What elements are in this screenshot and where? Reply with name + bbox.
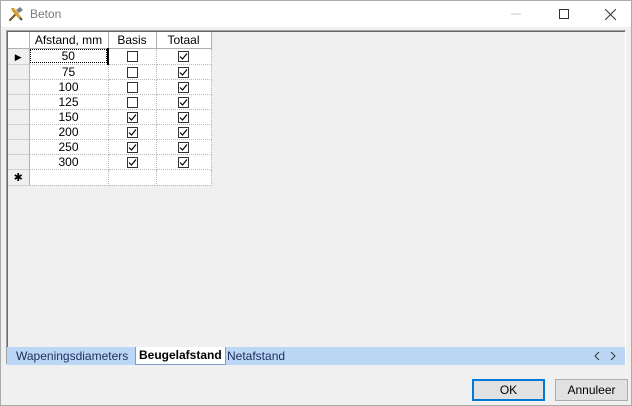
basis-checkbox[interactable]	[126, 96, 138, 108]
basis-checkbox[interactable]	[126, 51, 138, 63]
row-header[interactable]: ▶	[8, 48, 30, 65]
afstand-cell[interactable]: 300	[29, 154, 109, 170]
maximize-icon	[559, 9, 569, 19]
grid-corner[interactable]	[8, 32, 30, 49]
tab-scroll-right-icon[interactable]	[608, 350, 618, 362]
grid-row: 150	[8, 109, 212, 125]
new-row-icon: ✱	[13, 171, 23, 184]
afstand-cell[interactable]: 200	[29, 124, 109, 140]
totaal-cell	[156, 124, 212, 140]
close-button[interactable]	[587, 1, 632, 27]
row-header[interactable]	[8, 64, 30, 80]
afstand-cell[interactable]: 100	[29, 79, 109, 95]
close-icon	[604, 8, 616, 20]
afstand-cell[interactable]: 125	[29, 94, 109, 110]
content-panel: Afstand, mm Basis Totaal ▶ 50 75 100 125 150 2…	[6, 30, 626, 365]
title-bar: Beton	[1, 1, 631, 27]
basis-cell	[108, 109, 157, 125]
basis-cell	[108, 64, 157, 80]
totaal-checkbox[interactable]	[178, 66, 189, 78]
tab-beugelafstand[interactable]: Beugelafstand	[135, 347, 226, 365]
totaal-checkbox[interactable]	[178, 156, 189, 168]
spacing-grid: Afstand, mm Basis Totaal ▶ 50 75 100 125 150 2…	[8, 32, 212, 186]
basis-cell	[108, 48, 157, 65]
tab-netafstand[interactable]: Netafstand	[224, 348, 288, 364]
new-row-header[interactable]: ✱	[8, 169, 30, 186]
column-header-basis[interactable]: Basis	[108, 32, 157, 49]
maximize-button[interactable]	[541, 1, 587, 27]
tools-icon	[8, 7, 23, 22]
cancel-button[interactable]: Annuleer	[555, 379, 628, 401]
grid-row: ▶ 50	[8, 48, 212, 65]
basis-cell	[108, 124, 157, 140]
basis-new-cell[interactable]	[108, 169, 157, 186]
basis-checkbox[interactable]	[126, 66, 138, 78]
totaal-checkbox[interactable]	[178, 141, 189, 153]
column-header-afstand[interactable]: Afstand, mm	[29, 32, 109, 49]
basis-checkbox[interactable]	[126, 111, 138, 123]
totaal-cell	[156, 48, 212, 65]
totaal-cell	[156, 94, 212, 110]
column-header-totaal[interactable]: Totaal	[156, 32, 212, 49]
afstand-cell[interactable]: 150	[29, 109, 109, 125]
totaal-new-cell[interactable]	[156, 169, 212, 186]
grid-row: 200	[8, 124, 212, 140]
afstand-cell[interactable]: 75	[29, 64, 109, 80]
window-title: Beton	[30, 7, 62, 21]
totaal-checkbox[interactable]	[178, 96, 189, 108]
row-header[interactable]	[8, 124, 30, 140]
row-header[interactable]	[8, 109, 30, 125]
afstand-new-cell[interactable]	[29, 169, 109, 186]
totaal-checkbox[interactable]	[178, 51, 189, 63]
ok-button[interactable]: OK	[472, 379, 545, 401]
tab-wapeningsdiameters[interactable]: Wapeningsdiameters	[13, 348, 131, 364]
minimize-icon	[511, 13, 521, 15]
basis-cell	[108, 154, 157, 170]
row-header[interactable]	[8, 139, 30, 155]
totaal-cell	[156, 64, 212, 80]
grid-row: 100	[8, 79, 212, 95]
totaal-checkbox[interactable]	[178, 126, 189, 138]
afstand-cell[interactable]: 250	[29, 139, 109, 155]
grid-row: 75	[8, 64, 212, 80]
basis-checkbox[interactable]	[126, 156, 138, 168]
grid-row: 250	[8, 139, 212, 155]
minimize-button[interactable]	[493, 1, 539, 27]
row-header[interactable]	[8, 154, 30, 170]
basis-cell	[108, 79, 157, 95]
basis-checkbox[interactable]	[126, 81, 138, 93]
basis-checkbox[interactable]	[126, 126, 138, 138]
totaal-cell	[156, 139, 212, 155]
row-header[interactable]	[8, 94, 30, 110]
grid-header-row: Afstand, mm Basis Totaal	[8, 32, 212, 49]
data-grid-area: Afstand, mm Basis Totaal ▶ 50 75 100 125 150 2…	[7, 31, 625, 347]
grid-row: 125	[8, 94, 212, 110]
afstand-cell[interactable]: 50	[29, 48, 109, 65]
totaal-checkbox[interactable]	[178, 111, 189, 123]
totaal-checkbox[interactable]	[178, 81, 189, 93]
tab-scroll-left-icon[interactable]	[592, 350, 602, 362]
basis-cell	[108, 94, 157, 110]
current-row-icon: ▶	[14, 51, 22, 62]
totaal-cell	[156, 79, 212, 95]
totaal-cell	[156, 109, 212, 125]
totaal-cell	[156, 154, 212, 170]
dialog-window: Beton Afstand, mm Basis Totaal ▶ 50 75 1…	[0, 0, 632, 406]
basis-checkbox[interactable]	[126, 141, 138, 153]
new-row: ✱	[8, 169, 212, 186]
sheet-tab-strip: Wapeningsdiameters Beugelafstand Netafst…	[7, 347, 625, 365]
grid-row: 300	[8, 154, 212, 170]
basis-cell	[108, 139, 157, 155]
row-header[interactable]	[8, 79, 30, 95]
